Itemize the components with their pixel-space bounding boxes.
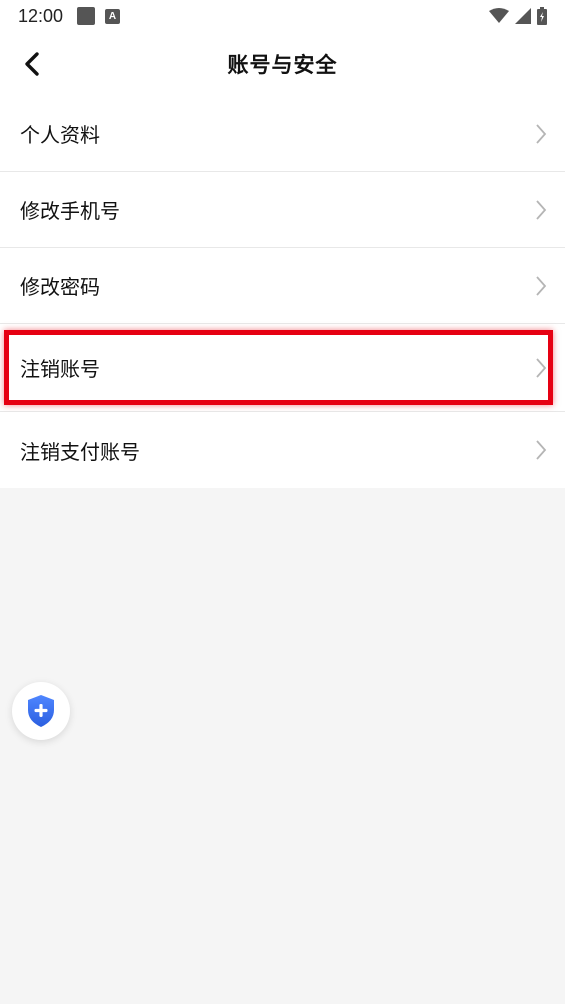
battery-icon: [537, 7, 547, 25]
menu-item-change-phone[interactable]: 修改手机号: [0, 172, 565, 248]
chevron-right-icon: [535, 199, 547, 221]
app-header: 账号与安全: [0, 32, 565, 96]
menu-item-label: 注销支付账号: [20, 439, 140, 464]
menu-item-change-password[interactable]: 修改密码: [0, 248, 565, 324]
menu-item-label: 注销账号: [20, 357, 100, 381]
security-floating-button[interactable]: [12, 682, 70, 740]
menu-item-label: 个人资料: [20, 123, 100, 147]
settings-menu: 个人资料 修改手机号 修改密码 注销账号 注销支付账号: [0, 96, 565, 488]
chevron-right-icon: [535, 357, 547, 379]
wifi-icon: [489, 8, 509, 23]
status-icons: [489, 7, 547, 25]
accessibility-icon: A: [105, 8, 121, 24]
status-bar: 12:00 A: [0, 0, 565, 32]
chevron-left-icon: [25, 52, 39, 76]
menu-item-delete-account[interactable]: 注销账号: [0, 324, 565, 412]
notification-icon: [77, 7, 96, 25]
menu-item-label: 修改手机号: [20, 199, 120, 223]
status-time: 12:00: [18, 5, 64, 26]
menu-item-delete-payment-account[interactable]: 注销支付账号: [0, 412, 565, 488]
chevron-right-icon: [535, 123, 547, 145]
page-title: 账号与安全: [227, 53, 338, 77]
chevron-right-icon: [535, 275, 547, 297]
menu-item-profile[interactable]: 个人资料: [0, 96, 565, 172]
shield-plus-icon: [28, 695, 54, 727]
signal-icon: [515, 8, 531, 24]
chevron-right-icon: [535, 439, 547, 461]
back-button[interactable]: [14, 46, 50, 82]
menu-item-label: 修改密码: [20, 275, 100, 299]
